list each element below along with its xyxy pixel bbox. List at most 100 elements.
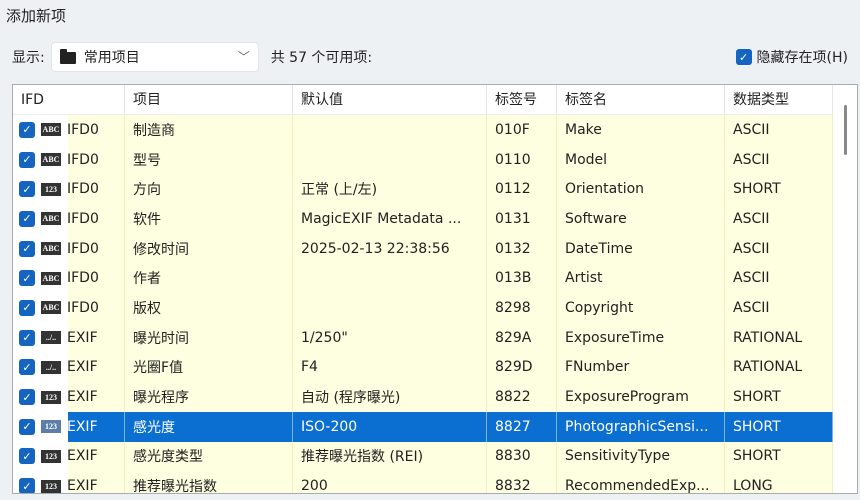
ifd-value: EXIF [67,389,98,406]
data-type-cell: ASCII [725,144,833,175]
toolbar: 显示: 常用项目 ﹀ 共 57 个可用项: ✓ 隐藏存在项(H) [12,42,860,72]
default-cell: 推荐曝光指数 (REI) [293,441,487,472]
item-cell: 作者 [125,263,293,294]
row-checkbox[interactable]: ✓ [19,418,35,435]
item-cell: 型号 [125,144,293,175]
hide-existing-label: 隐藏存在项(H) [756,50,848,66]
default-cell: 200 [293,471,487,493]
data-type-icon: 123 [41,182,61,196]
data-type-cell: SHORT [725,382,833,412]
table-row[interactable]: ✓ ABC IFD0 版权 8298 Copyright ASCII [13,293,857,323]
tag-id-cell: 010F [487,115,557,145]
data-type-icon: ABC [41,301,61,315]
row-checkbox[interactable]: ✓ [19,270,35,287]
hide-existing-checkbox[interactable]: ✓ 隐藏存在项(H) [735,47,848,67]
column-header-default[interactable]: 默认值 [293,85,487,114]
data-type-icon: 123 [41,420,61,434]
tag-name-cell: ExposureTime [557,322,725,353]
row-checkbox[interactable]: ✓ [19,151,35,168]
table-row[interactable]: ✓ ABC IFD0 制造商 010F Make ASCII [13,115,857,145]
column-header-tag-id[interactable]: 标签号 [487,85,557,114]
tag-name-cell: Artist [557,263,725,294]
column-header-ifd[interactable]: IFD [13,85,125,114]
vertical-scrollbar[interactable] [833,85,857,493]
tag-name-cell: DateTime [557,233,725,264]
row-checkbox[interactable]: ✓ [19,181,35,198]
default-cell: 2025-02-13 22:38:56 [293,233,487,264]
category-select[interactable]: 常用项目 ﹀ [50,42,259,72]
data-type-icon: ABC [41,123,61,137]
available-count: 共 57 个可用项: [270,50,373,66]
default-cell: ISO-200 [293,411,487,442]
table-row[interactable]: ✓ ABC IFD0 型号 0110 Model ASCII [13,144,857,175]
data-type-cell: ASCII [725,263,833,294]
row-checkbox[interactable]: ✓ [19,478,35,493]
dialog-title: 添加新项 [6,7,67,25]
data-type-cell: ASCII [725,204,833,234]
table-row[interactable]: ✓ 123 EXIF 感光度类型 推荐曝光指数 (REI) 8830 Sensiti… [13,441,857,472]
table-row[interactable]: ✓ ABC IFD0 作者 013B Artist ASCII [13,263,857,294]
column-header-item[interactable]: 项目 [125,85,293,114]
row-checkbox[interactable]: ✓ [19,240,35,257]
ifd-value: EXIF [67,418,98,435]
row-checkbox[interactable]: ✓ [19,448,35,465]
row-checkbox[interactable]: ✓ [19,359,35,376]
ifd-value: EXIF [67,359,98,376]
column-header-data-type[interactable]: 数据类型 [725,85,833,114]
row-checkbox[interactable]: ✓ [19,210,35,227]
table-row[interactable]: ✓ ABC IFD0 软件 MagicEXIF Metadata ... 0131 … [13,204,857,234]
data-type-cell: RATIONAL [725,322,833,353]
data-type-icon: ../.. [41,331,61,345]
default-cell [293,293,487,323]
row-checkbox[interactable]: ✓ [19,299,35,316]
show-label: 显示: [12,50,45,66]
data-type-icon: ABC [41,153,61,167]
items-table: IFD 项目 默认值 标签号 标签名 数据类型 ✓ ABC IFD0 制造商 010… [12,84,858,494]
item-cell: 感光度 [125,411,293,442]
folder-icon [59,49,76,64]
data-type-cell: ASCII [725,115,833,145]
table-row[interactable]: ✓ 123 EXIF 感光度 ISO-200 8827 PhotographicSe… [13,411,857,442]
table-row[interactable]: ✓ 123 EXIF 曝光程序 自动 (程序曝光) 8822 ExposurePro… [13,382,857,412]
row-checkbox[interactable]: ✓ [19,329,35,346]
tag-name-cell: Orientation [557,174,725,205]
tag-id-cell: 829D [487,352,557,383]
ifd-cell: ✓ ABC IFD0 [13,233,125,264]
table-body: ✓ ABC IFD0 制造商 010F Make ASCII ✓ ABC IFD0 型号 … [13,115,857,494]
table-row[interactable]: ✓ ../.. EXIF 曝光时间 1/250" 829A ExposureTime… [13,322,857,353]
item-cell: 推荐曝光指数 [125,471,293,493]
tag-name-cell: SensitivityType [557,441,725,472]
ifd-value: EXIF [67,448,98,465]
row-checkbox[interactable]: ✓ [19,121,35,138]
row-checkbox[interactable]: ✓ [19,389,35,406]
tag-id-cell: 013B [487,263,557,294]
tag-id-cell: 0132 [487,233,557,264]
table-row[interactable]: ✓ 123 IFD0 方向 正常 (上/左) 0112 Orientation SH… [13,174,857,205]
tag-name-cell: Make [557,115,725,145]
ifd-cell: ✓ ABC IFD0 [13,204,125,234]
tag-id-cell: 8832 [487,471,557,493]
column-header-tag-name[interactable]: 标签名 [557,85,725,114]
table-row[interactable]: ✓ ../.. EXIF 光圈F值 F4 829D FNumber RATIONAL [13,352,857,383]
table-row[interactable]: ✓ 123 EXIF 推荐曝光指数 200 8832 RecommendedExp.… [13,471,857,494]
item-cell: 方向 [125,174,293,205]
data-type-icon: 123 [41,479,61,493]
tag-id-cell: 8830 [487,441,557,472]
item-cell: 修改时间 [125,233,293,264]
item-cell: 制造商 [125,115,293,145]
data-type-cell: RATIONAL [725,352,833,383]
scrollbar-thumb[interactable] [844,105,847,155]
ifd-cell: ✓ 123 IFD0 [13,174,125,205]
tag-id-cell: 8822 [487,382,557,412]
data-type-cell: ASCII [725,233,833,264]
ifd-cell: ✓ 123 EXIF [13,382,125,412]
ifd-value: IFD0 [67,240,99,257]
ifd-value: EXIF [67,478,98,494]
tag-id-cell: 0131 [487,204,557,234]
table-row[interactable]: ✓ ABC IFD0 修改时间 2025-02-13 22:38:56 0132 D… [13,233,857,264]
ifd-cell: ✓ ABC IFD0 [13,263,125,294]
data-type-cell: SHORT [725,174,833,205]
data-type-icon: ABC [41,242,61,256]
data-type-icon: ABC [41,212,61,226]
item-cell: 曝光程序 [125,382,293,412]
